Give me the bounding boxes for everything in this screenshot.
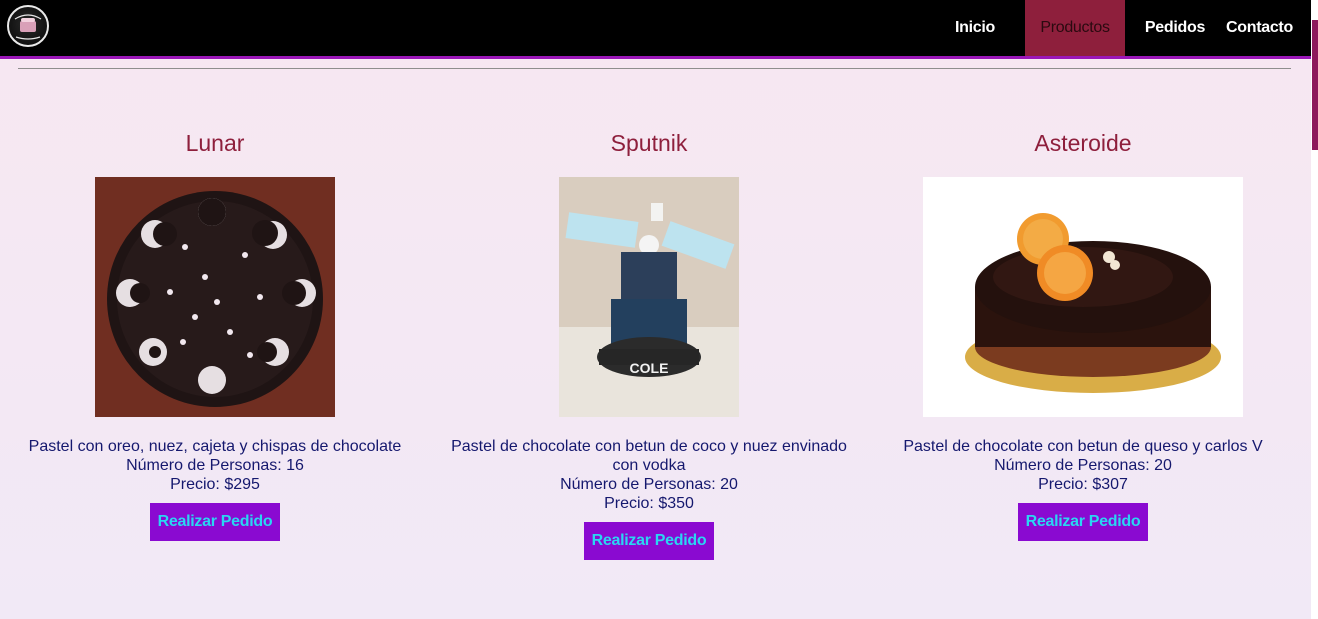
- product-description: Pastel de chocolate con betun de queso y…: [903, 438, 1263, 455]
- product-people: Número de Personas: 20: [994, 457, 1172, 474]
- product-image-lunar: [95, 177, 335, 417]
- order-button[interactable]: Realizar Pedido: [584, 522, 714, 560]
- product-title: Sputnik: [610, 130, 688, 156]
- product-card-sputnik: Sputnik COLE Pastel de chocolate con bet…: [434, 0, 864, 619]
- cake-label: COLE: [630, 360, 669, 376]
- product-title: Lunar: [185, 130, 245, 156]
- product-price: Precio: $350: [604, 495, 694, 512]
- product-price: Precio: $295: [170, 476, 260, 493]
- product-card-lunar: Lunar Pastel con oreo, nuez, cajeta y ch…: [0, 0, 430, 619]
- product-title: Asteroide: [1034, 130, 1132, 156]
- product-image-sputnik: COLE: [559, 177, 739, 417]
- order-button[interactable]: Realizar Pedido: [1018, 503, 1148, 541]
- product-people: Número de Personas: 16: [126, 457, 304, 474]
- product-image-asteroide: [923, 177, 1243, 417]
- product-price: Precio: $307: [1038, 476, 1128, 493]
- product-card-asteroide: Asteroide Pastel de chocolate con betun …: [868, 0, 1298, 619]
- product-description: Pastel con oreo, nuez, cajeta y chispas …: [28, 438, 402, 455]
- product-description: Pastel de chocolate con betun de coco y …: [451, 438, 847, 474]
- scrollbar-thumb[interactable]: [1312, 20, 1318, 150]
- order-button[interactable]: Realizar Pedido: [150, 503, 280, 541]
- product-people: Número de Personas: 20: [560, 476, 738, 493]
